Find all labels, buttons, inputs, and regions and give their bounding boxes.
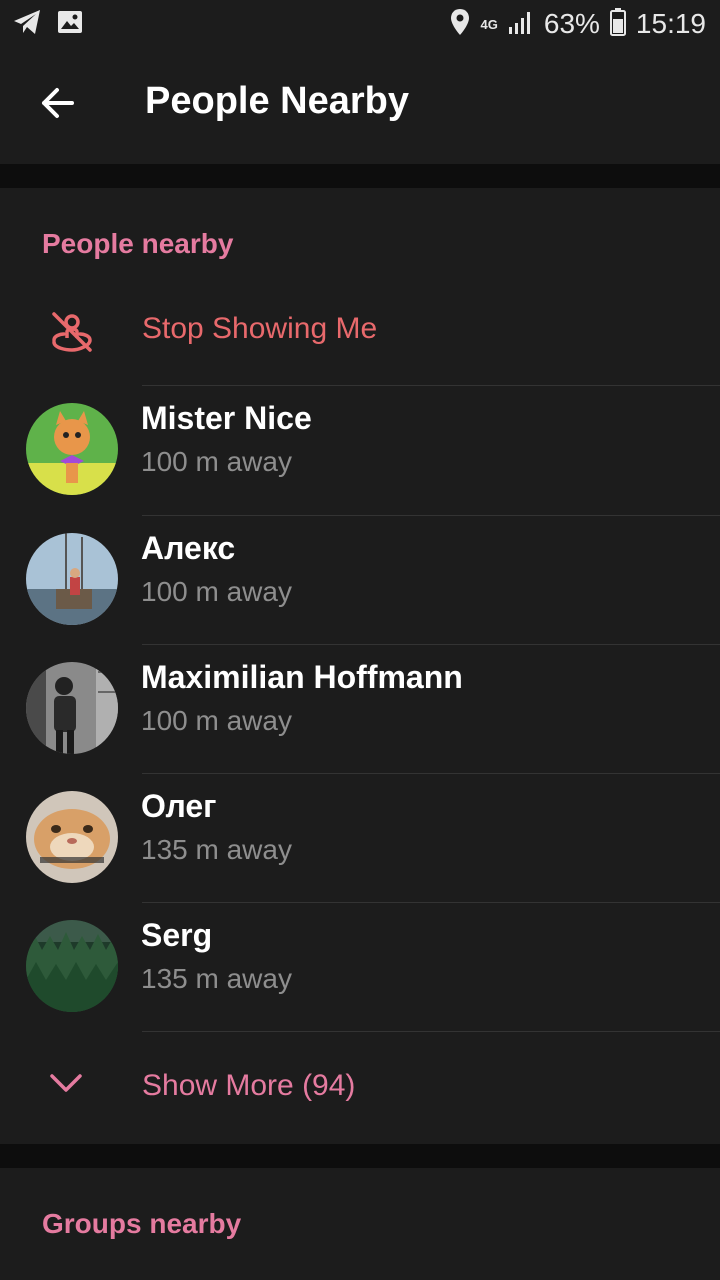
- location-off-icon: [48, 308, 96, 356]
- person-name: Serg: [141, 917, 213, 953]
- stop-showing-me-button[interactable]: Stop Showing Me: [0, 288, 720, 374]
- avatar: [26, 533, 118, 625]
- person-name: Алекс: [141, 530, 236, 566]
- stop-showing-me-label: Stop Showing Me: [142, 312, 378, 345]
- show-more-button[interactable]: Show More (94): [0, 1045, 720, 1131]
- avatar: [26, 403, 118, 495]
- section-header-groups: Groups nearby: [42, 1208, 242, 1239]
- status-bar: 4G 63% 15:19: [0, 0, 720, 48]
- back-button[interactable]: [30, 78, 84, 132]
- person-row-mister-nice[interactable]: Mister Nice 100 m away: [0, 386, 720, 514]
- people-nearby-section: People nearby Stop Showing Me Mister Nic…: [0, 188, 720, 1144]
- person-row-maximilian-hoffmann[interactable]: Maximilian Hoffmann 100 m away: [0, 645, 720, 773]
- avatar: [26, 791, 118, 883]
- person-distance: 135 m away: [141, 963, 292, 994]
- show-more-label: Show More (94): [142, 1069, 356, 1102]
- arrow-left-icon: [39, 87, 75, 124]
- telegram-icon: [12, 8, 42, 41]
- person-distance: 100 m away: [141, 576, 292, 607]
- person-name: Maximilian Hoffmann: [141, 659, 463, 695]
- avatar: [26, 920, 118, 1012]
- battery-icon: [609, 7, 626, 41]
- person-row-serg[interactable]: Serg 135 m away: [0, 903, 720, 1031]
- battery-percent: 63%: [543, 8, 600, 39]
- network-type: 4G: [480, 16, 498, 32]
- location-icon: [449, 8, 471, 41]
- person-name: Mister Nice: [141, 400, 312, 436]
- person-row-aleks[interactable]: Алекс 100 m away: [0, 516, 720, 644]
- groups-nearby-section: Groups nearby: [0, 1168, 720, 1280]
- image-icon: [56, 8, 84, 41]
- person-name: Олег: [141, 788, 217, 824]
- divider: [142, 1031, 720, 1032]
- person-distance: 100 m away: [141, 446, 292, 477]
- person-distance: 100 m away: [141, 705, 292, 736]
- avatar: [26, 662, 118, 754]
- clock: 15:19: [635, 8, 706, 39]
- person-row-oleg[interactable]: Олег 135 m away: [0, 774, 720, 902]
- signal-icon: [508, 9, 534, 40]
- section-header-people: People nearby: [42, 228, 234, 259]
- app-bar: People Nearby: [0, 48, 720, 164]
- chevron-down-icon: [48, 1065, 96, 1113]
- page-title: People Nearby: [145, 80, 409, 122]
- person-distance: 135 m away: [141, 834, 292, 865]
